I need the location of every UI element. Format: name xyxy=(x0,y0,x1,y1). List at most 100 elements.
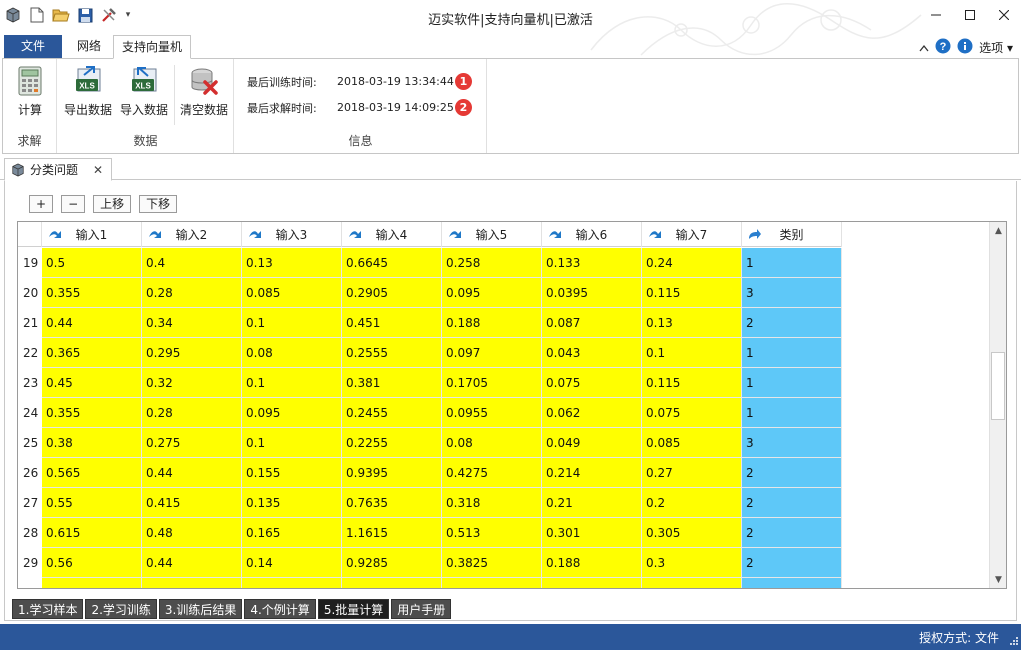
maximize-button[interactable] xyxy=(953,0,987,30)
input-cell[interactable]: 0.7635 xyxy=(342,488,442,518)
input-cell[interactable]: 0.049 xyxy=(542,428,642,458)
bottom-tab-1[interactable]: 1.学习样本 xyxy=(12,599,84,619)
resize-grip-icon[interactable] xyxy=(1007,636,1019,648)
input-cell[interactable]: 0.165 xyxy=(242,518,342,548)
input-cell[interactable]: 0.9285 xyxy=(342,548,442,578)
scroll-thumb[interactable] xyxy=(991,352,1005,420)
input-cell[interactable]: 0.2905 xyxy=(342,278,442,308)
input-cell[interactable]: 0.295 xyxy=(142,338,242,368)
input-cell[interactable]: 0.355 xyxy=(42,278,142,308)
class-cell[interactable]: 3 xyxy=(742,428,842,458)
input-cell[interactable]: 0.095 xyxy=(442,278,542,308)
class-cell[interactable]: 1 xyxy=(742,398,842,428)
bottom-tab-3[interactable]: 3.训练后结果 xyxy=(158,599,243,619)
input-cell[interactable]: 0.3 xyxy=(642,548,742,578)
input-cell[interactable]: 0.9395 xyxy=(342,458,442,488)
input-cell[interactable]: 0.513 xyxy=(442,518,542,548)
input-cell[interactable]: 0.275 xyxy=(142,428,242,458)
input-cell[interactable]: 0.1 xyxy=(642,338,742,368)
input-cell[interactable]: 0.062 xyxy=(542,398,642,428)
tab-svm[interactable]: 支持向量机 xyxy=(113,35,191,59)
class-cell[interactable]: 2 xyxy=(742,308,842,338)
table-row[interactable]: 24 0.355 0.28 0.095 0.2455 0.0955 0.062 0.075 1 xyxy=(18,398,842,428)
input-cell[interactable]: 0.214 xyxy=(542,458,642,488)
input-cell[interactable]: 0.3825 xyxy=(442,548,542,578)
info-icon[interactable] xyxy=(957,38,973,57)
input-cell[interactable]: 0.381 xyxy=(342,368,442,398)
minimize-button[interactable] xyxy=(919,0,953,30)
input-cell[interactable]: 0.14 xyxy=(242,548,342,578)
input-cell[interactable]: 0.24 xyxy=(642,248,742,278)
tab-file[interactable]: 文件 xyxy=(4,35,62,58)
input-cell[interactable]: 0.4 xyxy=(142,248,242,278)
table-row[interactable]: 23 0.45 0.32 0.1 0.381 0.1705 0.075 0.115 1 xyxy=(18,368,842,398)
column-header-input-4[interactable]: 输入4 xyxy=(342,222,442,247)
input-cell[interactable]: 0.2 xyxy=(642,488,742,518)
input-cell[interactable]: 0.095 xyxy=(242,398,342,428)
input-cell[interactable]: 0.451 xyxy=(342,308,442,338)
input-cell[interactable]: 0.188 xyxy=(542,548,642,578)
table-row[interactable]: 21 0.44 0.34 0.1 0.451 0.188 0.087 0.13 2 xyxy=(18,308,842,338)
calculate-button[interactable]: 计算 xyxy=(4,65,56,118)
input-cell[interactable]: 0.56 xyxy=(42,548,142,578)
scroll-up-arrow[interactable]: ▲ xyxy=(990,222,1006,239)
input-cell[interactable]: 0.085 xyxy=(242,278,342,308)
collapse-ribbon-icon[interactable] xyxy=(919,41,929,55)
input-cell[interactable]: 0.2455 xyxy=(342,398,442,428)
input-cell[interactable]: 0.45 xyxy=(42,368,142,398)
input-cell[interactable]: 0.258 xyxy=(442,248,542,278)
import-data-button[interactable]: XLS 导入数据 xyxy=(118,65,170,118)
column-header-input-6[interactable]: 输入6 xyxy=(542,222,642,247)
input-cell[interactable]: 0.097 xyxy=(442,338,542,368)
column-header-input-3[interactable]: 输入3 xyxy=(242,222,342,247)
input-cell[interactable]: 0.44 xyxy=(42,308,142,338)
input-cell[interactable]: 0.1 xyxy=(242,428,342,458)
bottom-tab-2[interactable]: 2.学习训练 xyxy=(85,599,157,619)
column-header-input-7[interactable]: 输入7 xyxy=(642,222,742,247)
table-row[interactable]: 25 0.38 0.275 0.1 0.2255 0.08 0.049 0.085 3 xyxy=(18,428,842,458)
input-cell[interactable]: 0.1705 xyxy=(442,368,542,398)
help-icon[interactable]: ? xyxy=(935,38,951,57)
bottom-tab-5[interactable]: 5.批量计算 xyxy=(317,599,390,619)
input-cell[interactable]: 0.27 xyxy=(642,458,742,488)
column-header-input-2[interactable]: 输入2 xyxy=(142,222,242,247)
input-cell[interactable]: 0.1 xyxy=(242,308,342,338)
input-cell[interactable]: 0.133 xyxy=(542,248,642,278)
input-cell[interactable]: 0.135 xyxy=(242,488,342,518)
input-cell[interactable]: 0.565 xyxy=(42,458,142,488)
input-cell[interactable]: 0.365 xyxy=(42,338,142,368)
input-cell[interactable]: 0.0395 xyxy=(542,278,642,308)
move-down-button[interactable]: 下移 xyxy=(139,195,178,213)
input-cell[interactable]: 0.085 xyxy=(642,428,742,458)
options-menu[interactable]: 选项 ▾ xyxy=(979,39,1013,56)
class-cell[interactable]: 1 xyxy=(742,248,842,278)
scroll-down-arrow[interactable]: ▼ xyxy=(990,571,1006,588)
input-cell[interactable]: 0.48 xyxy=(142,518,242,548)
input-cell[interactable]: 0.355 xyxy=(42,398,142,428)
class-cell[interactable]: 1 xyxy=(742,338,842,368)
input-cell[interactable]: 0.13 xyxy=(242,248,342,278)
doc-tab-classification[interactable]: 分类问题 ✕ xyxy=(4,158,112,181)
input-cell[interactable]: 1.1615 xyxy=(342,518,442,548)
input-cell[interactable]: 0.318 xyxy=(442,488,542,518)
input-cell[interactable]: 0.21 xyxy=(542,488,642,518)
input-cell[interactable]: 0.08 xyxy=(242,338,342,368)
input-cell[interactable]: 0.28 xyxy=(142,278,242,308)
column-header-class[interactable]: 类别 xyxy=(742,222,842,247)
class-cell[interactable]: 2 xyxy=(742,458,842,488)
class-cell[interactable]: 1 xyxy=(742,368,842,398)
export-data-button[interactable]: XLS 导出数据 xyxy=(62,65,114,118)
remove-row-button[interactable]: − xyxy=(61,195,86,213)
table-row[interactable]: 26 0.565 0.44 0.155 0.9395 0.4275 0.214 0.27 2 xyxy=(18,458,842,488)
data-grid[interactable]: 输入1 输入2 输入3 输入4 输入5 输入6 输入7 类别 19 0.5 0.4 0.13 0.66… xyxy=(17,221,1007,589)
clear-data-button[interactable]: 清空数据 xyxy=(178,65,230,118)
input-cell[interactable]: 0.301 xyxy=(542,518,642,548)
column-header-input-5[interactable]: 输入5 xyxy=(442,222,542,247)
class-cell[interactable]: 2 xyxy=(742,548,842,578)
input-cell[interactable]: 0.34 xyxy=(142,308,242,338)
input-cell[interactable]: 0.2255 xyxy=(342,428,442,458)
input-cell[interactable]: 0.087 xyxy=(542,308,642,338)
bottom-tab-6[interactable]: 用户手册 xyxy=(391,599,452,619)
input-cell[interactable]: 0.2555 xyxy=(342,338,442,368)
input-cell[interactable]: 0.6645 xyxy=(342,248,442,278)
